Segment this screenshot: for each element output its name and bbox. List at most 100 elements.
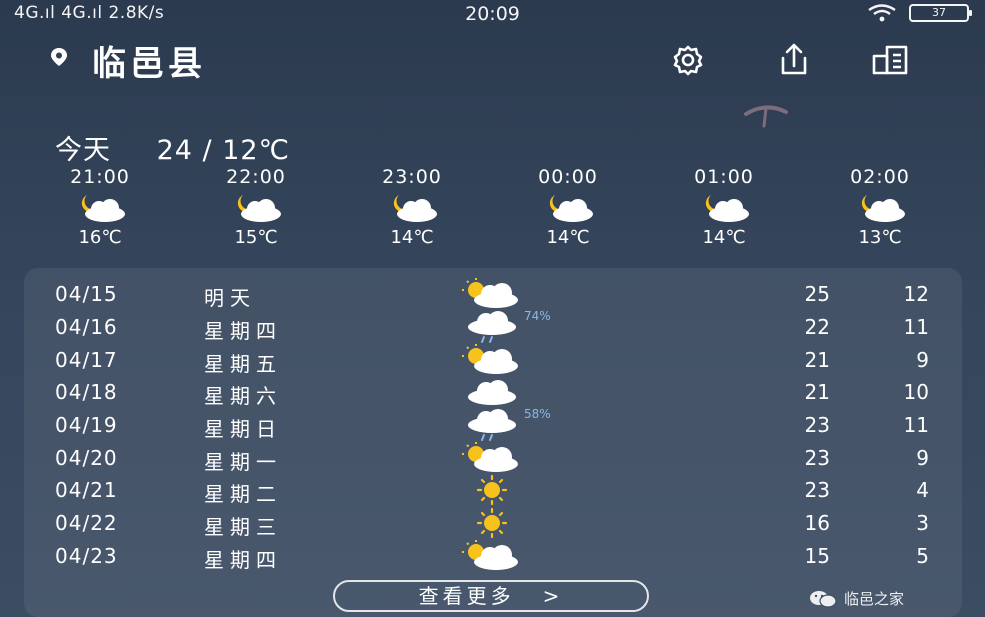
daily-high: 25 xyxy=(804,282,830,306)
daily-low: 4 xyxy=(916,478,929,502)
partly-cloudy-night-icon xyxy=(705,195,749,222)
hourly-forecast: 21:00 16℃ 22:00 15℃ 23:00 14℃ 00:00 14℃ … xyxy=(22,166,962,248)
status-time: 20:09 xyxy=(465,3,520,25)
hourly-item: 02:00 13℃ xyxy=(825,166,935,248)
daily-date: 04/17 xyxy=(55,348,118,372)
see-more-button[interactable]: 查看更多 > xyxy=(333,580,649,612)
daily-weekday: 星期一 xyxy=(204,450,282,474)
watermark: 临邑之家 xyxy=(808,588,904,609)
watermark-text: 临邑之家 xyxy=(844,590,905,608)
cloudy-icon xyxy=(468,380,516,405)
daily-weekday: 明天 xyxy=(204,286,256,310)
settings-gear-icon[interactable] xyxy=(668,40,708,80)
hourly-item: 00:00 14℃ xyxy=(513,166,623,248)
daily-low: 9 xyxy=(916,348,929,372)
daily-forecast-card: 04/15 明天 25 12 04/16 星期四 74% 22 11 04/17… xyxy=(24,268,962,617)
today-temp-range: 24 / 12℃ xyxy=(156,135,290,166)
hourly-item: 23:00 14℃ xyxy=(357,166,467,248)
partly-cloudy-night-icon xyxy=(549,195,593,222)
hourly-time: 22:00 xyxy=(226,166,286,188)
hourly-temp: 15℃ xyxy=(234,227,278,248)
daily-date: 04/16 xyxy=(55,315,118,339)
status-bar: 4G.ıl 4G.ıl 2.8K/s 20:09 37 xyxy=(0,0,985,28)
daily-weekday: 星期六 xyxy=(204,384,282,408)
daily-row[interactable]: 04/20 星期一 23 9 xyxy=(24,442,962,474)
daily-low: 11 xyxy=(903,315,929,339)
partly-cloudy-icon xyxy=(462,442,518,472)
today-summary: 今天 24 / 12℃ xyxy=(55,128,290,167)
partly-cloudy-night-icon xyxy=(393,195,437,222)
city-manage-icon[interactable] xyxy=(870,40,910,80)
daily-row[interactable]: 04/15 明天 25 12 xyxy=(24,278,962,310)
daily-high: 16 xyxy=(804,511,830,535)
see-more-label: 查看更多 xyxy=(418,584,515,608)
daily-date: 04/19 xyxy=(55,413,118,437)
daily-low: 9 xyxy=(916,446,929,470)
daily-row[interactable]: 04/17 星期五 21 9 xyxy=(24,344,962,376)
daily-weekday: 星期三 xyxy=(204,515,282,539)
daily-date: 04/18 xyxy=(55,380,118,404)
hourly-time: 21:00 xyxy=(70,166,130,188)
today-label: 今天 xyxy=(55,135,111,166)
daily-date: 04/15 xyxy=(55,282,118,306)
hourly-time: 00:00 xyxy=(538,166,598,188)
hourly-time: 02:00 xyxy=(850,166,910,188)
daily-low: 12 xyxy=(903,282,929,306)
daily-weekday: 星期四 xyxy=(204,548,282,572)
location-pin-icon xyxy=(51,48,67,66)
daily-low: 5 xyxy=(916,544,929,568)
daily-low: 10 xyxy=(903,380,929,404)
daily-high: 22 xyxy=(804,315,830,339)
sunny-icon xyxy=(476,474,508,506)
daily-row[interactable]: 04/21 星期二 23 4 xyxy=(24,474,962,506)
hourly-item: 01:00 14℃ xyxy=(669,166,779,248)
daily-row[interactable]: 04/22 星期三 16 3 xyxy=(24,507,962,539)
partly-cloudy-icon xyxy=(462,540,518,570)
daily-low: 3 xyxy=(916,511,929,535)
daily-high: 21 xyxy=(804,380,830,404)
status-right: 37 xyxy=(867,4,972,22)
daily-weekday: 星期日 xyxy=(204,417,282,441)
daily-low: 11 xyxy=(903,413,929,437)
daily-high: 15 xyxy=(804,544,830,568)
daily-row[interactable]: 04/18 星期六 21 10 xyxy=(24,376,962,408)
daily-date: 04/23 xyxy=(55,544,118,568)
header: 临邑县 xyxy=(0,32,985,84)
daily-weekday: 星期二 xyxy=(204,482,282,506)
daily-weekday: 星期五 xyxy=(204,352,282,376)
hourly-temp: 16℃ xyxy=(78,227,122,248)
hourly-time: 23:00 xyxy=(382,166,442,188)
hourly-item: 21:00 16℃ xyxy=(45,166,155,248)
share-icon[interactable] xyxy=(774,40,814,80)
hourly-temp: 14℃ xyxy=(702,227,746,248)
daily-date: 04/22 xyxy=(55,511,118,535)
daily-weekday: 星期四 xyxy=(204,319,282,343)
hourly-item: 22:00 15℃ xyxy=(201,166,311,248)
daily-date: 04/20 xyxy=(55,446,118,470)
daily-high: 23 xyxy=(804,446,830,470)
daily-high: 23 xyxy=(804,413,830,437)
daily-row[interactable]: 04/19 星期日 58% 23 11 xyxy=(24,407,962,441)
partly-cloudy-night-icon xyxy=(81,195,125,222)
daily-row[interactable]: 04/16 星期四 74% 22 11 xyxy=(24,309,962,343)
partly-cloudy-icon xyxy=(462,278,518,308)
light-rain-icon xyxy=(468,409,516,441)
daily-high: 23 xyxy=(804,478,830,502)
chevron-right-icon: > xyxy=(542,584,564,608)
precip-chance: 58% xyxy=(524,407,551,421)
daily-date: 04/21 xyxy=(55,478,118,502)
city-name: 临邑县 xyxy=(92,44,206,84)
hourly-time: 01:00 xyxy=(694,166,754,188)
decoration-icon xyxy=(744,105,788,128)
wechat-icon xyxy=(810,590,837,608)
partly-cloudy-night-icon xyxy=(861,195,905,222)
light-rain-icon xyxy=(468,311,516,343)
partly-cloudy-night-icon xyxy=(237,195,281,222)
precip-chance: 74% xyxy=(524,309,551,323)
daily-high: 21 xyxy=(804,348,830,372)
daily-row[interactable]: 04/23 星期四 15 5 xyxy=(24,540,962,572)
hourly-temp: 14℃ xyxy=(546,227,590,248)
hourly-temp: 13℃ xyxy=(858,227,902,248)
sunny-icon xyxy=(476,507,508,539)
hourly-temp: 14℃ xyxy=(390,227,434,248)
